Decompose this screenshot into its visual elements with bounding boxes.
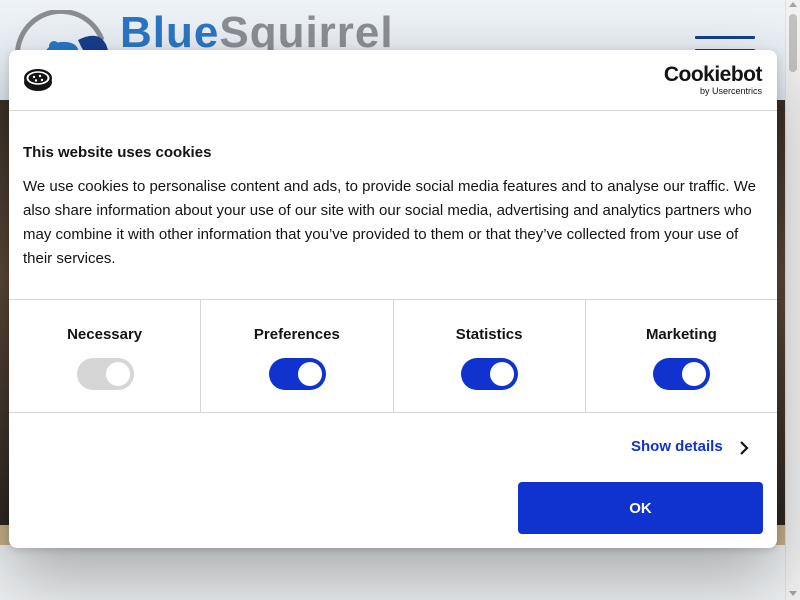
toggle-statistics: Statistics — [394, 300, 586, 412]
toggle-label-preferences: Preferences — [253, 326, 340, 343]
dialog-header: Cookiebot by Usercentrics — [9, 50, 777, 111]
toggle-label-marketing: Marketing — [645, 326, 717, 343]
show-details-link[interactable]: Show details — [631, 438, 723, 455]
toggle-preferences: Preferences — [201, 300, 394, 412]
cookie-icon — [24, 69, 52, 91]
toggle-marketing: Marketing — [586, 300, 777, 412]
necessary-switch — [76, 358, 134, 390]
cookiebot-logo[interactable]: Cookiebot by Usercentrics — [663, 63, 763, 97]
dialog-body: This website uses cookies We use cookies… — [23, 144, 763, 271]
toggle-label-statistics: Statistics — [455, 326, 523, 343]
page-scrollbar[interactable] — [785, 0, 800, 600]
statistics-switch[interactable] — [461, 358, 519, 390]
marketing-switch[interactable] — [653, 358, 711, 390]
page-content-area — [0, 545, 785, 600]
dialog-title: This website uses cookies — [23, 144, 212, 161]
cookiebot-subtitle: by Usercentrics — [699, 86, 762, 96]
ok-button[interactable]: OK — [518, 482, 763, 534]
scroll-thumb[interactable] — [789, 14, 797, 72]
dialog-description: We use cookies to personalise content an… — [23, 178, 756, 267]
toggle-necessary: Necessary — [9, 300, 202, 412]
cookie-consent-dialog: Cookiebot by Usercentrics This website u… — [9, 50, 777, 548]
cookiebot-name: Cookiebot — [663, 63, 763, 86]
scroll-up-arrow-icon[interactable] — [789, 2, 797, 7]
preferences-switch[interactable] — [268, 358, 326, 390]
chevron-right-icon[interactable] — [739, 441, 749, 455]
scroll-down-arrow-icon[interactable] — [789, 591, 797, 596]
consent-toggles: Necessary Preferences Statistics Marketi… — [9, 299, 777, 413]
toggle-label-necessary: Necessary — [67, 326, 143, 343]
